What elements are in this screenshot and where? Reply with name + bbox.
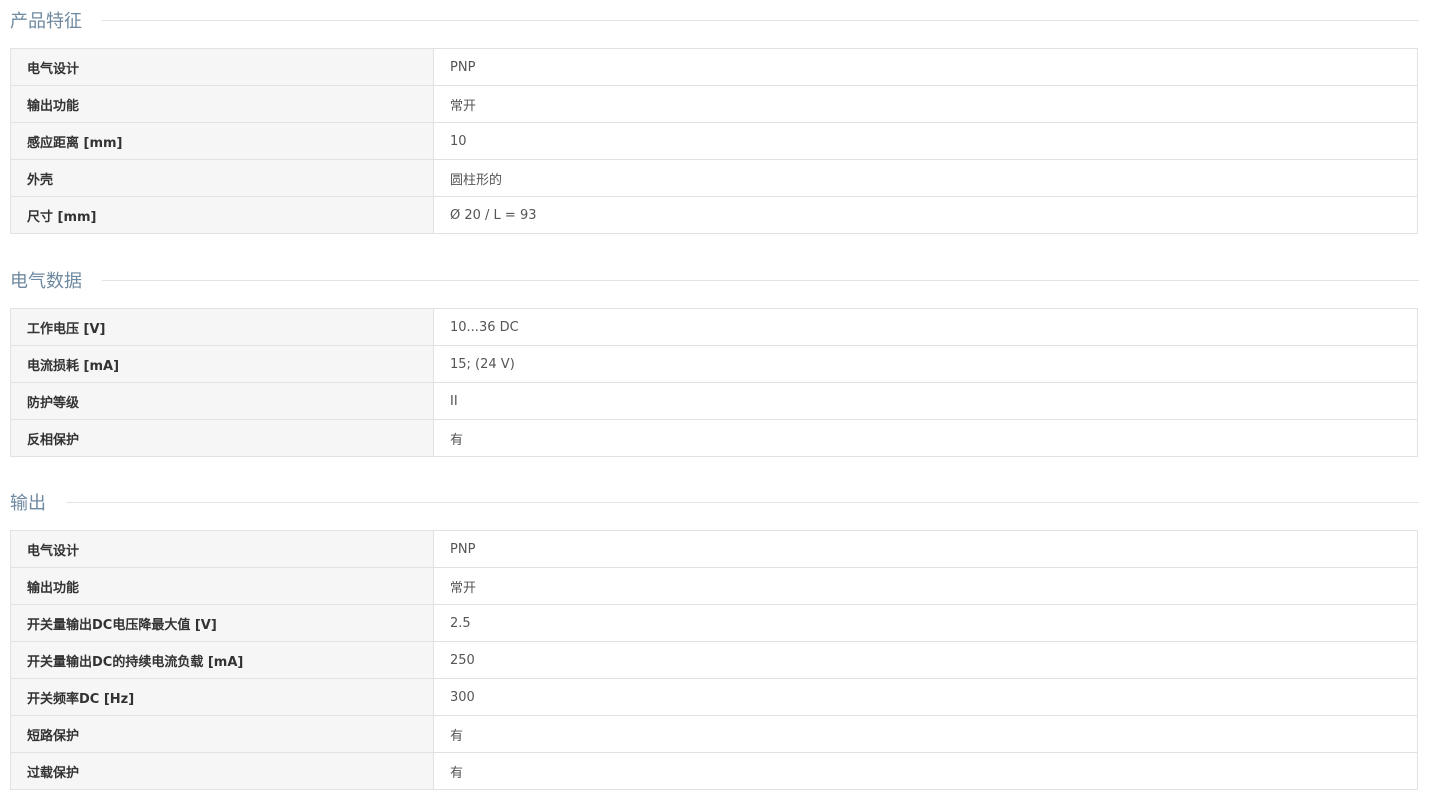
row-value: 有	[433, 752, 1418, 790]
row-label: 外壳	[10, 159, 434, 197]
row-value: PNP	[433, 530, 1418, 568]
row-value: 有	[433, 419, 1418, 457]
table-row: 防护等级 II	[10, 382, 1418, 420]
table-row: 开关量输出DC电压降最大值 [V] 2.5	[10, 604, 1418, 642]
row-value: II	[433, 382, 1418, 420]
row-label: 短路保护	[10, 715, 434, 753]
section-divider	[102, 19, 1419, 21]
table-row: 开关频率DC [Hz] 300	[10, 678, 1418, 716]
spec-page: 产品特征 电气设计 PNP 输出功能 常开 感应距离 [mm] 10 外壳 圆柱…	[0, 0, 1432, 800]
row-label: 电气设计	[10, 530, 434, 568]
spec-table: 工作电压 [V] 10...36 DC 电流损耗 [mA] 15; (24 V)…	[10, 308, 1418, 457]
table-row: 感应距离 [mm] 10	[10, 122, 1418, 160]
row-value: 常开	[433, 85, 1418, 123]
row-value: 300	[433, 678, 1418, 716]
row-value: 250	[433, 641, 1418, 679]
row-value: 10	[433, 122, 1418, 160]
row-value: Ø 20 / L = 93	[433, 196, 1418, 234]
row-label: 开关量输出DC的持续电流负载 [mA]	[10, 641, 434, 679]
row-label: 防护等级	[10, 382, 434, 420]
row-value: 15; (24 V)	[433, 345, 1418, 383]
row-label: 感应距离 [mm]	[10, 122, 434, 160]
row-value: 有	[433, 715, 1418, 753]
row-value: PNP	[433, 48, 1418, 86]
row-value: 10...36 DC	[433, 308, 1418, 346]
section-header: 电气数据	[10, 260, 1419, 300]
section-title: 产品特征	[10, 11, 82, 32]
table-row: 外壳 圆柱形的	[10, 159, 1418, 197]
row-label: 开关量输出DC电压降最大值 [V]	[10, 604, 434, 642]
section-divider	[66, 501, 1419, 503]
spec-table: 电气设计 PNP 输出功能 常开 开关量输出DC电压降最大值 [V] 2.5 开…	[10, 530, 1418, 790]
row-value: 2.5	[433, 604, 1418, 642]
table-row: 电流损耗 [mA] 15; (24 V)	[10, 345, 1418, 383]
table-row: 短路保护 有	[10, 715, 1418, 753]
section-title: 输出	[10, 493, 46, 514]
row-label: 电流损耗 [mA]	[10, 345, 434, 383]
spec-table: 电气设计 PNP 输出功能 常开 感应距离 [mm] 10 外壳 圆柱形的 尺寸…	[10, 48, 1418, 234]
section-header: 产品特征	[10, 0, 1419, 40]
section-product-features: 产品特征 电气设计 PNP 输出功能 常开 感应距离 [mm] 10 外壳 圆柱…	[10, 0, 1419, 234]
section-divider	[102, 279, 1419, 281]
section-title: 电气数据	[10, 271, 82, 292]
table-row: 开关量输出DC的持续电流负载 [mA] 250	[10, 641, 1418, 679]
table-row: 电气设计 PNP	[10, 48, 1418, 86]
row-label: 工作电压 [V]	[10, 308, 434, 346]
row-label: 过载保护	[10, 752, 434, 790]
row-label: 电气设计	[10, 48, 434, 86]
row-value: 圆柱形的	[433, 159, 1418, 197]
table-row: 电气设计 PNP	[10, 530, 1418, 568]
table-row: 输出功能 常开	[10, 85, 1418, 123]
table-row: 工作电压 [V] 10...36 DC	[10, 308, 1418, 346]
table-row: 尺寸 [mm] Ø 20 / L = 93	[10, 196, 1418, 234]
section-header: 输出	[10, 482, 1419, 522]
section-output: 输出 电气设计 PNP 输出功能 常开 开关量输出DC电压降最大值 [V] 2.…	[10, 482, 1419, 790]
table-row: 输出功能 常开	[10, 567, 1418, 605]
table-row: 反相保护 有	[10, 419, 1418, 457]
section-electrical-data: 电气数据 工作电压 [V] 10...36 DC 电流损耗 [mA] 15; (…	[10, 260, 1419, 457]
row-label: 开关频率DC [Hz]	[10, 678, 434, 716]
row-label: 输出功能	[10, 567, 434, 605]
row-label: 尺寸 [mm]	[10, 196, 434, 234]
row-value: 常开	[433, 567, 1418, 605]
row-label: 输出功能	[10, 85, 434, 123]
row-label: 反相保护	[10, 419, 434, 457]
table-row: 过载保护 有	[10, 752, 1418, 790]
